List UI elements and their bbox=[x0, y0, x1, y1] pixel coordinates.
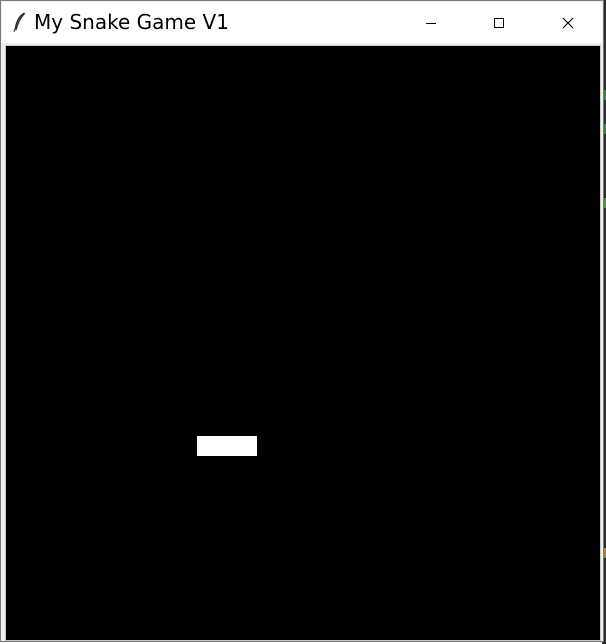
title-bar[interactable]: My Snake Game V1 bbox=[2, 2, 602, 43]
close-button[interactable] bbox=[545, 2, 591, 43]
client-area bbox=[5, 45, 601, 641]
window-title: My Snake Game V1 bbox=[34, 10, 229, 34]
snake-segment bbox=[217, 436, 237, 456]
game-window: My Snake Game V1 bbox=[0, 0, 604, 642]
snake-segment bbox=[237, 436, 257, 456]
maximize-icon bbox=[493, 17, 505, 29]
feather-icon bbox=[12, 12, 28, 32]
game-canvas[interactable] bbox=[5, 45, 601, 641]
close-icon bbox=[562, 17, 574, 29]
maximize-button[interactable] bbox=[476, 2, 522, 43]
minimize-icon bbox=[425, 17, 437, 29]
snake-segment bbox=[197, 436, 217, 456]
minimize-button[interactable] bbox=[408, 2, 454, 43]
